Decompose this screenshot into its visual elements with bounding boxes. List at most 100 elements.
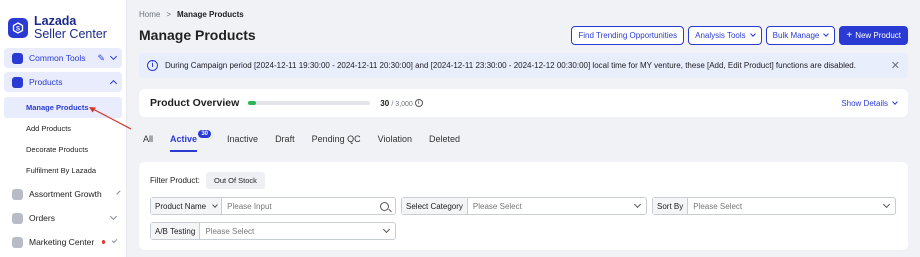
breadcrumb: Home > Manage Products (139, 10, 244, 19)
category-select[interactable] (467, 198, 635, 214)
sort-by-filter: Sort By (652, 197, 896, 215)
tab-pending-qc[interactable]: Pending QC (312, 134, 361, 152)
main-content: Home > Manage Products Manage Products F… (127, 0, 920, 257)
sort-by-dropdown-toggle[interactable] (882, 198, 895, 214)
analysis-tools-label: Analysis Tools (695, 31, 746, 40)
find-trending-label: Find Trending Opportunities (578, 31, 678, 40)
growth-icon (12, 188, 23, 200)
filter-product-label: Filter Product: (150, 176, 200, 185)
bulk-manage-button[interactable]: Bulk Manage (765, 26, 836, 45)
count-badge: 30 (198, 130, 212, 138)
out-of-stock-chip[interactable]: Out Of Stock (206, 172, 265, 189)
header-actions: Find Trending Opportunities Analysis Too… (571, 26, 908, 45)
chevron-down-icon (109, 212, 118, 221)
campaign-notice: i During Campaign period [2024-12-11 19:… (139, 53, 908, 78)
nav-orders[interactable]: Orders (4, 208, 122, 228)
product-status-tabs: All Active 30 Inactive Draft Pending QC V… (143, 130, 477, 152)
chevron-down-icon (892, 98, 898, 105)
notification-dot (102, 240, 105, 244)
product-quota-progress-fill (248, 101, 256, 105)
brand-name: Lazada (34, 14, 77, 28)
new-product-label: New Product (855, 31, 901, 40)
edit-icon[interactable]: ✎ (97, 53, 105, 64)
sort-by-select[interactable] (688, 198, 884, 214)
plus-icon: + (846, 30, 853, 41)
product-count-total: / 3,000 (391, 100, 413, 108)
chevron-down-icon (212, 201, 218, 208)
product-count-value: 30 (380, 98, 390, 108)
nav-orders-label: Orders (29, 213, 55, 223)
tab-deleted[interactable]: Deleted (429, 134, 460, 152)
tab-all[interactable]: All (143, 134, 153, 152)
nav-marketing-center-label: Marketing Center (29, 237, 95, 247)
sidebar: S Lazada Seller Center Common Tools ✎ Pr… (0, 0, 127, 257)
sidebar-item-manage-products[interactable]: Manage Products (4, 97, 122, 118)
nav-common-tools[interactable]: Common Tools ✎ (4, 48, 122, 68)
ab-testing-dropdown-toggle[interactable] (382, 223, 395, 239)
chevron-up-icon (109, 79, 118, 88)
analysis-tools-button[interactable]: Analysis Tools (688, 26, 762, 45)
category-filter: Select Category (401, 197, 647, 215)
ab-testing-filter: A/B Testing (150, 222, 396, 240)
filter-panel: Filter Product: Out Of Stock Product Nam… (139, 162, 908, 250)
info-icon: i (147, 60, 158, 71)
product-quota-progress (248, 101, 371, 105)
product-name-select[interactable]: Product Name (151, 198, 223, 214)
find-trending-button[interactable]: Find Trending Opportunities (571, 26, 685, 45)
sidebar-item-fulfilment-by-lazada[interactable]: Fulfilment By Lazada (4, 160, 122, 181)
product-count: 30 / 3,000 (380, 99, 413, 108)
breadcrumb-home[interactable]: Home (139, 10, 160, 19)
page-title: Manage Products (139, 27, 256, 43)
nav-products-label: Products (29, 77, 63, 87)
new-product-button[interactable]: + New Product (839, 26, 908, 45)
help-icon[interactable]: i (414, 99, 423, 107)
breadcrumb-separator: > (166, 10, 172, 19)
sidebar-item-decorate-products[interactable]: Decorate Products (4, 139, 122, 160)
nav-common-tools-label: Common Tools (29, 53, 86, 63)
marketing-icon (12, 236, 23, 248)
chevron-down-icon (882, 200, 891, 209)
orders-icon (12, 212, 23, 224)
select-category-label: Select Category (402, 198, 468, 214)
toolbox-icon (12, 52, 23, 64)
nav-assortment-growth[interactable]: Assortment Growth (4, 184, 122, 204)
search-button[interactable] (380, 198, 395, 214)
chevron-down-icon (109, 52, 118, 61)
tab-active-label: Active (170, 134, 198, 144)
chevron-down-icon (111, 237, 118, 244)
notice-text: During Campaign period [2024-12-11 19:30… (165, 61, 856, 70)
sort-by-label: Sort By (653, 198, 689, 214)
product-name-input[interactable] (222, 198, 380, 214)
search-icon (380, 201, 389, 211)
sidebar-item-add-products[interactable]: Add Products (4, 118, 122, 139)
show-details-button[interactable]: Show Details (841, 98, 898, 108)
nav-products[interactable]: Products (4, 72, 122, 92)
show-details-label: Show Details (841, 98, 888, 108)
breadcrumb-current: Manage Products (177, 10, 244, 19)
lazada-logo-icon: S (8, 17, 28, 38)
category-dropdown-toggle[interactable] (633, 198, 646, 214)
ab-testing-select[interactable] (200, 223, 384, 239)
close-icon[interactable]: ✕ (891, 59, 900, 72)
chevron-down-icon (382, 225, 391, 234)
product-overview-card: Product Overview 30 / 3,000 i Show Detai… (139, 89, 908, 117)
tab-active[interactable]: Active 30 (170, 130, 212, 152)
chevron-down-icon (749, 31, 756, 37)
nav-marketing-center[interactable]: Marketing Center (4, 232, 122, 252)
product-name-filter: Product Name (150, 197, 396, 215)
tab-violation[interactable]: Violation (378, 134, 412, 152)
products-icon (12, 76, 23, 88)
brand-logo[interactable]: S Lazada Seller Center (0, 0, 126, 46)
chevron-down-icon (823, 31, 830, 37)
nav-assortment-growth-label: Assortment Growth (29, 189, 102, 199)
chevron-down-icon (633, 200, 642, 209)
product-overview-title: Product Overview (150, 97, 240, 109)
chevron-down-icon (116, 190, 121, 195)
brand-subtitle: Seller Center (34, 26, 107, 41)
tab-inactive[interactable]: Inactive (227, 134, 258, 152)
bulk-manage-label: Bulk Manage (772, 31, 820, 40)
svg-text:S: S (16, 26, 20, 32)
ab-testing-label: A/B Testing (151, 223, 201, 239)
product-name-select-label: Product Name (155, 201, 207, 211)
tab-draft[interactable]: Draft (275, 134, 295, 152)
